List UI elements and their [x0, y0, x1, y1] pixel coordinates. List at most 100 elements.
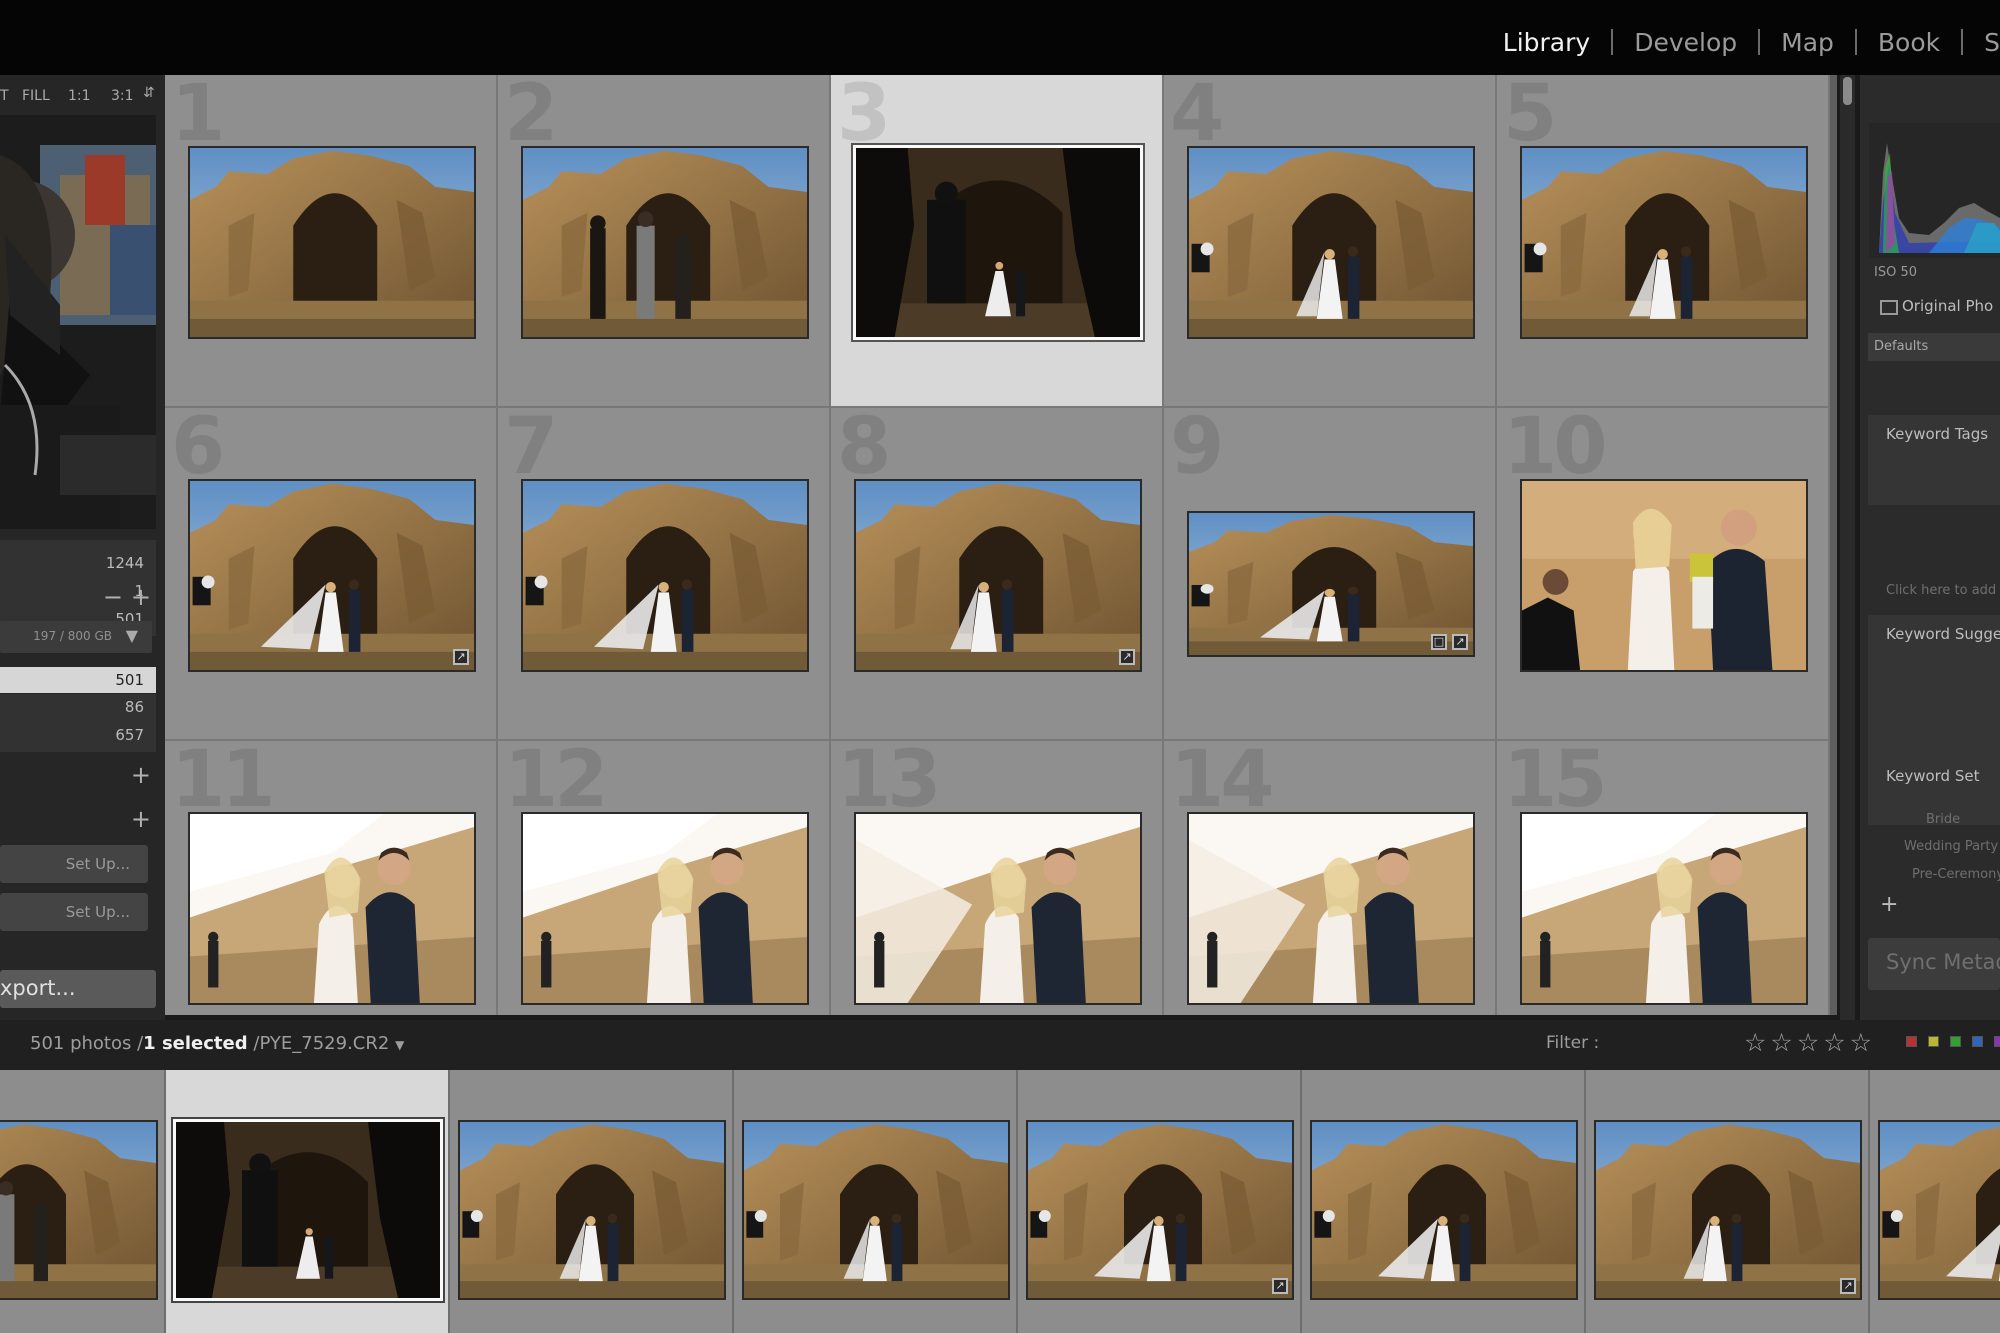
filmstrip-thumbnail[interactable]: [744, 1122, 1008, 1298]
grid-cell[interactable]: 2: [498, 75, 831, 408]
filmstrip-cell[interactable]: [1302, 1070, 1586, 1333]
filmstrip-cell[interactable]: [1870, 1070, 2000, 1333]
filmstrip-thumbnail[interactable]: [460, 1122, 724, 1298]
remove-folder-button[interactable]: −: [103, 583, 123, 611]
filename-dropdown-icon[interactable]: ▼: [395, 1038, 404, 1052]
folder-count: 657: [115, 726, 144, 744]
sync-metadata-button[interactable]: Sync Metad: [1868, 938, 2000, 990]
volume-disclosure-icon[interactable]: ▼: [126, 626, 138, 645]
original-photo-checkbox[interactable]: [1880, 300, 1898, 315]
edit-icon[interactable]: ↗: [1119, 649, 1135, 665]
grid-scrollbar-thumb[interactable]: [1843, 77, 1852, 105]
photo-thumbnail[interactable]: [1189, 814, 1473, 1003]
photo-thumbnail[interactable]: [190, 481, 474, 670]
publish-setup-button[interactable]: Set Up...: [0, 845, 148, 883]
selected-count: 1 selected: [143, 1033, 248, 1054]
module-tab-map[interactable]: Map: [1760, 28, 1855, 57]
filmstrip-cell[interactable]: ↗: [1018, 1070, 1302, 1333]
crop-icon[interactable]: □: [1431, 634, 1447, 650]
module-tab-develop[interactable]: Develop: [1613, 28, 1758, 57]
photo-thumbnail[interactable]: [523, 148, 807, 337]
grid-cell-index: 13: [837, 735, 942, 825]
keyword-suggestions-header[interactable]: Keyword Sugge: [1886, 625, 2000, 643]
filmstrip-cell[interactable]: [166, 1070, 450, 1333]
defaults-dropdown[interactable]: Defaults: [1868, 333, 2000, 361]
grid-cell[interactable]: 1: [165, 75, 498, 408]
keyword-set-item[interactable]: Bride: [1926, 812, 1960, 827]
filmstrip-cell[interactable]: [734, 1070, 1018, 1333]
filmstrip-thumbnail[interactable]: [0, 1122, 156, 1298]
edit-icon[interactable]: ↗: [453, 649, 469, 665]
module-tabs: Library Develop Map Book S: [1482, 22, 2000, 62]
crop-edit-icon[interactable]: ↗: [1452, 634, 1468, 650]
photo-thumbnail[interactable]: [856, 481, 1140, 670]
module-tab-library[interactable]: Library: [1482, 28, 1611, 57]
photo-thumbnail[interactable]: [190, 814, 474, 1003]
keyword-set-item[interactable]: Wedding Party: [1904, 839, 1998, 854]
right-panel: ISO 50 Original Pho Defaults Keyword Tag…: [1860, 75, 2000, 1020]
filmstrip-thumbnail[interactable]: [1028, 1122, 1292, 1298]
module-tab-slideshow[interactable]: S: [1963, 28, 2000, 57]
zoom-fill-option[interactable]: FILL: [22, 88, 50, 104]
selected-filename[interactable]: /PYE_7529.CR2: [253, 1033, 389, 1054]
add-collection-button[interactable]: +: [131, 761, 151, 789]
yellow-color-label-filter[interactable]: [1928, 1036, 1939, 1047]
grid-cell[interactable]: 15: [1497, 735, 1830, 1015]
photo-thumbnail[interactable]: [190, 148, 474, 337]
keyword-tags-placeholder[interactable]: Click here to add: [1886, 583, 1996, 598]
filmstrip-thumbnail[interactable]: [1596, 1122, 1860, 1298]
grid-cell[interactable]: 10: [1497, 402, 1830, 741]
grid-cell[interactable]: 4: [1164, 75, 1497, 408]
photo-thumbnail[interactable]: [1522, 481, 1806, 670]
module-tab-book[interactable]: Book: [1857, 28, 1961, 57]
photo-thumbnail[interactable]: [523, 481, 807, 670]
filmstrip-thumbnail[interactable]: [1312, 1122, 1576, 1298]
navigator-preview[interactable]: [0, 115, 156, 529]
filmstrip-thumbnail[interactable]: [176, 1122, 440, 1298]
blue-color-label-filter[interactable]: [1972, 1036, 1983, 1047]
red-color-label-filter[interactable]: [1906, 1036, 1917, 1047]
edit-icon[interactable]: ↗: [1840, 1278, 1856, 1294]
grid-cell[interactable]: 14: [1164, 735, 1497, 1015]
photo-thumbnail[interactable]: [1522, 148, 1806, 337]
photo-thumbnail[interactable]: [856, 814, 1140, 1003]
volume-row[interactable]: 197 / 800 GB ▼: [0, 621, 152, 653]
purple-color-label-filter[interactable]: [1994, 1036, 2000, 1047]
grid-cell[interactable]: 7: [498, 402, 831, 741]
grid-scrollbar[interactable]: [1840, 75, 1855, 1020]
zoom-1-1-option[interactable]: 1:1: [68, 88, 91, 104]
photo-thumbnail[interactable]: [1189, 148, 1473, 337]
updown-arrow-icon[interactable]: ⇵: [143, 85, 155, 101]
grid-cell[interactable]: 11: [165, 735, 498, 1015]
grid-cell[interactable]: 9 ↗ □: [1164, 402, 1497, 741]
grid-cell[interactable]: 5: [1497, 75, 1830, 408]
photo-thumbnail[interactable]: [856, 148, 1140, 337]
photo-thumbnail[interactable]: [523, 814, 807, 1003]
edit-icon[interactable]: ↗: [1272, 1278, 1288, 1294]
filmstrip-cell[interactable]: ↗: [1586, 1070, 1870, 1333]
grid-cell[interactable]: 13: [831, 735, 1164, 1015]
filmstrip-cell[interactable]: [0, 1070, 166, 1333]
export-button[interactable]: xport...: [0, 970, 156, 1008]
add-folder-button[interactable]: +: [131, 583, 151, 611]
keyword-set-header[interactable]: Keyword Set: [1886, 767, 1979, 785]
grid-cell[interactable]: 12: [498, 735, 831, 1015]
grid-cell[interactable]: 8 ↗: [831, 402, 1164, 741]
star-rating-filter[interactable]: ☆☆☆☆☆: [1744, 1028, 1876, 1057]
publish-setup-button[interactable]: Set Up...: [0, 893, 148, 931]
grid-cell-index: 12: [504, 735, 609, 825]
zoom-3-1-option[interactable]: 3:1: [111, 88, 134, 104]
filmstrip-thumbnail[interactable]: [1880, 1122, 2000, 1298]
photo-thumbnail[interactable]: [1522, 814, 1806, 1003]
keyword-tags-header[interactable]: Keyword Tags: [1886, 425, 1988, 443]
filter-label: Filter :: [1546, 1033, 1600, 1053]
grid-cell[interactable]: 6 ↗: [165, 402, 498, 741]
folder-row-selected[interactable]: 501: [0, 667, 156, 693]
filmstrip-cell[interactable]: [450, 1070, 734, 1333]
green-color-label-filter[interactable]: [1950, 1036, 1961, 1047]
zoom-fit-option[interactable]: T: [0, 88, 9, 104]
add-publish-service-button[interactable]: +: [131, 805, 151, 833]
keyword-set-item[interactable]: Pre-Ceremony: [1912, 867, 2000, 882]
add-keyword-set-button[interactable]: +: [1880, 892, 1898, 917]
grid-cell[interactable]: 3: [831, 75, 1164, 408]
